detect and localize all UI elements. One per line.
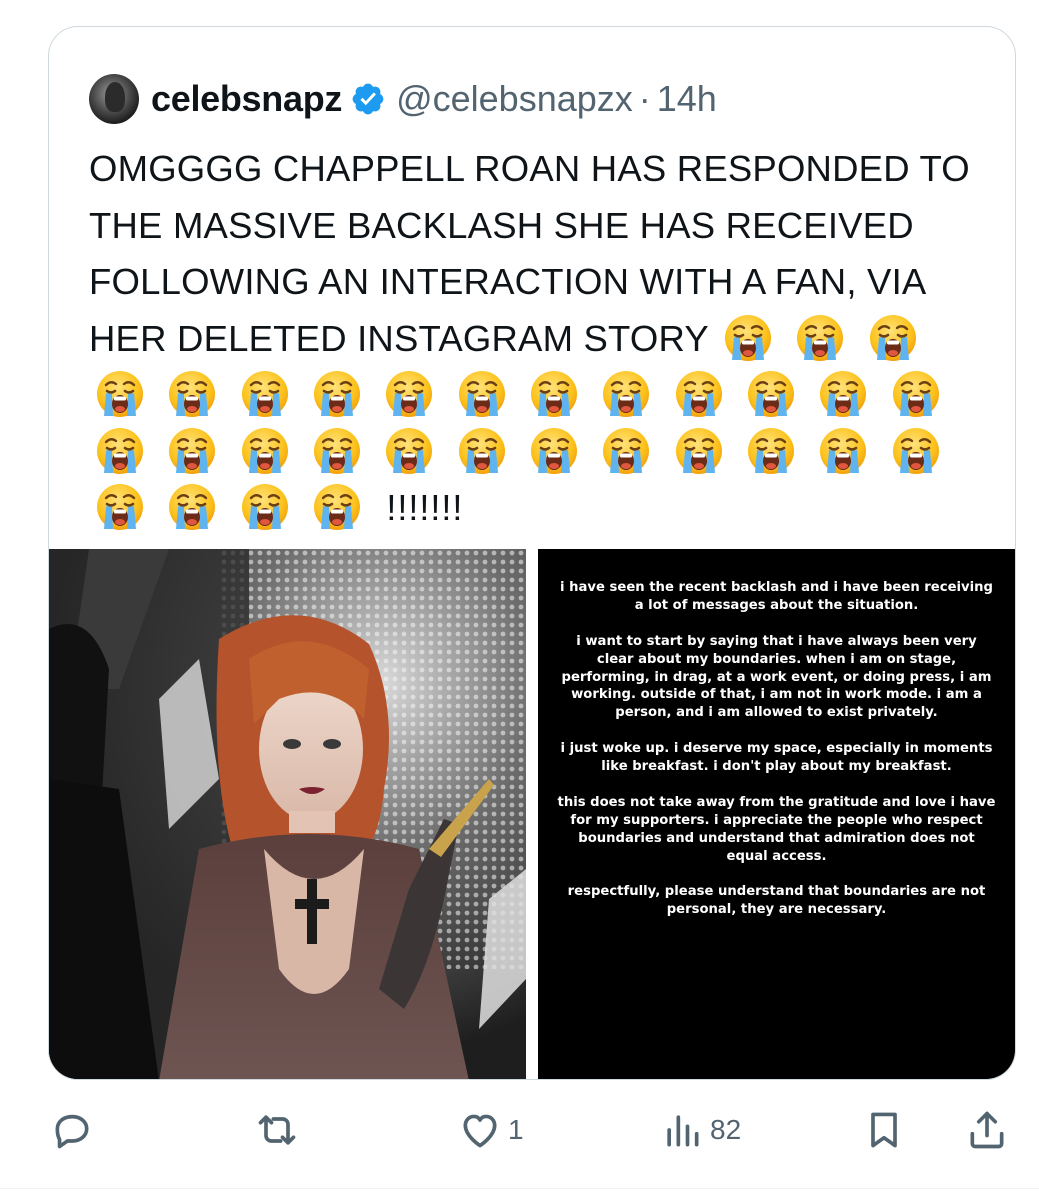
loudly-crying-face-icon xyxy=(457,369,507,419)
display-name[interactable]: celebsnapz xyxy=(151,78,342,120)
loudly-crying-face-icon xyxy=(167,426,217,476)
bookmark-icon xyxy=(871,1112,897,1148)
verified-badge-icon xyxy=(352,83,384,115)
story-paragraph: i have seen the recent backlash and i ha… xyxy=(560,580,993,613)
loudly-crying-face-icon xyxy=(529,369,579,419)
separator-dot: · xyxy=(638,78,651,119)
loudly-crying-face-icon xyxy=(746,426,796,476)
loudly-crying-face-icon xyxy=(95,369,145,419)
tweet-text: OMGGGG CHAPPELL ROAN HAS RESPONDED TO TH… xyxy=(89,141,989,537)
story-text: i have seen the recent backlash and i ha… xyxy=(556,579,997,937)
user-handle[interactable]: @celebsnapzx xyxy=(396,78,633,120)
loudly-crying-face-icon xyxy=(891,426,941,476)
loudly-crying-face-icon xyxy=(818,369,868,419)
heart-icon xyxy=(463,1114,497,1148)
share-icon xyxy=(970,1111,1004,1149)
timestamp[interactable]: 14h xyxy=(657,78,717,120)
loudly-crying-face-icon xyxy=(95,482,145,532)
loudly-crying-face-icon xyxy=(384,369,434,419)
loudly-crying-face-icon xyxy=(312,482,362,532)
exclamation-suffix: !!!!!!! xyxy=(386,487,464,528)
reply-button[interactable] xyxy=(50,1100,94,1160)
loudly-crying-face-icon xyxy=(240,426,290,476)
celebrity-photo-image xyxy=(49,549,526,1079)
loudly-crying-face-icon xyxy=(601,369,651,419)
loudly-crying-face-icon xyxy=(891,369,941,419)
retweet-icon xyxy=(258,1115,296,1145)
tweet-page: celebsnapz @celebsnapzx · 14h OMGGGG CHA… xyxy=(0,0,1039,1200)
action-bar: 1 82 xyxy=(0,1100,1039,1160)
loudly-crying-face-icon xyxy=(167,482,217,532)
loudly-crying-face-icon xyxy=(674,369,724,419)
story-paragraph: respectfully, please understand that bou… xyxy=(567,884,986,918)
loudly-crying-face-icon xyxy=(746,369,796,419)
quoted-tweet-card[interactable]: celebsnapz @celebsnapzx · 14h OMGGGG CHA… xyxy=(48,26,1016,1080)
story-paragraph: this does not take away from the gratitu… xyxy=(557,794,996,864)
loudly-crying-face-icon xyxy=(795,313,845,363)
loudly-crying-face-icon xyxy=(723,313,773,363)
loudly-crying-face-icon xyxy=(384,426,434,476)
divider xyxy=(0,1188,1039,1189)
like-count: 1 xyxy=(508,1114,524,1145)
loudly-crying-face-icon xyxy=(312,369,362,419)
views-icon xyxy=(667,1115,699,1147)
tweet-header: celebsnapz @celebsnapzx · 14h xyxy=(89,71,717,127)
loudly-crying-face-icon xyxy=(312,426,362,476)
loudly-crying-face-icon xyxy=(167,369,217,419)
share-button[interactable] xyxy=(965,1100,1009,1160)
media-grid: i have seen the recent backlash and i ha… xyxy=(49,549,1015,1079)
story-paragraph: i just woke up. i deserve my space, espe… xyxy=(560,741,993,775)
loudly-crying-face-icon xyxy=(457,426,507,476)
loudly-crying-face-icon xyxy=(868,313,918,363)
instagram-story-screenshot[interactable]: i have seen the recent backlash and i ha… xyxy=(538,549,1015,1079)
views-count: 82 xyxy=(710,1114,742,1145)
loudly-crying-face-icon xyxy=(601,426,651,476)
like-button[interactable]: 1 xyxy=(458,1100,524,1160)
loudly-crying-face-icon xyxy=(95,426,145,476)
bookmark-button[interactable] xyxy=(862,1100,906,1160)
loudly-crying-face-icon xyxy=(674,426,724,476)
loudly-crying-face-icon xyxy=(240,369,290,419)
reply-icon xyxy=(55,1114,89,1149)
retweet-button[interactable] xyxy=(255,1100,299,1160)
loudly-crying-face-icon xyxy=(529,426,579,476)
loudly-crying-face-icon xyxy=(240,482,290,532)
loudly-crying-face-icon xyxy=(818,426,868,476)
story-paragraph: i want to start by saying that i have al… xyxy=(561,633,992,721)
photo-left[interactable] xyxy=(49,549,526,1079)
avatar[interactable] xyxy=(89,74,139,124)
views-button[interactable]: 82 xyxy=(660,1100,741,1160)
